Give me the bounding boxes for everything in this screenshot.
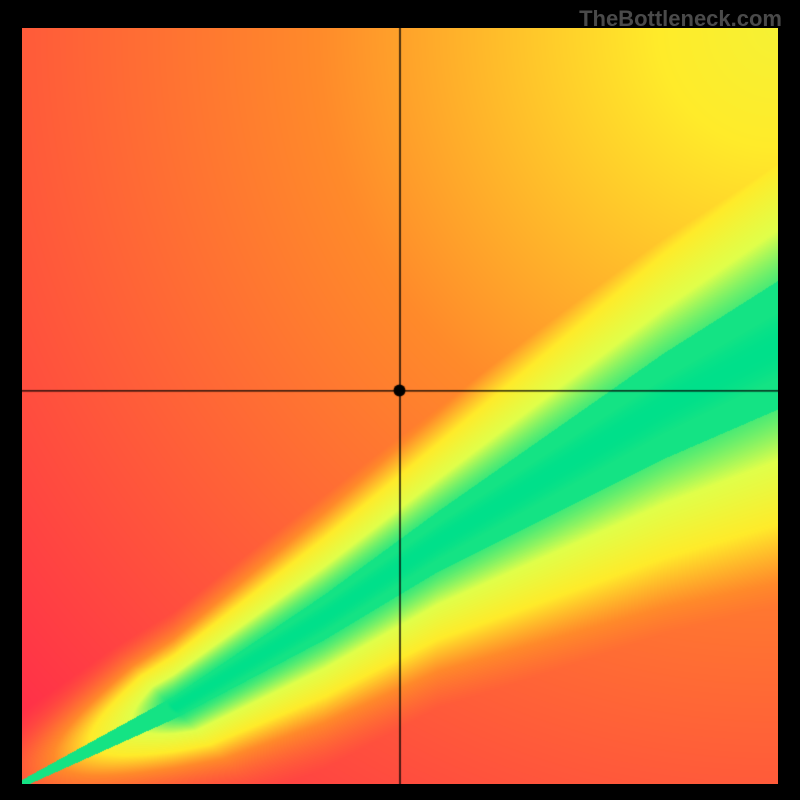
chart-container: TheBottleneck.com xyxy=(0,0,800,800)
plot-area xyxy=(22,28,778,784)
heatmap-canvas xyxy=(22,28,778,784)
watermark-text: TheBottleneck.com xyxy=(579,6,782,32)
